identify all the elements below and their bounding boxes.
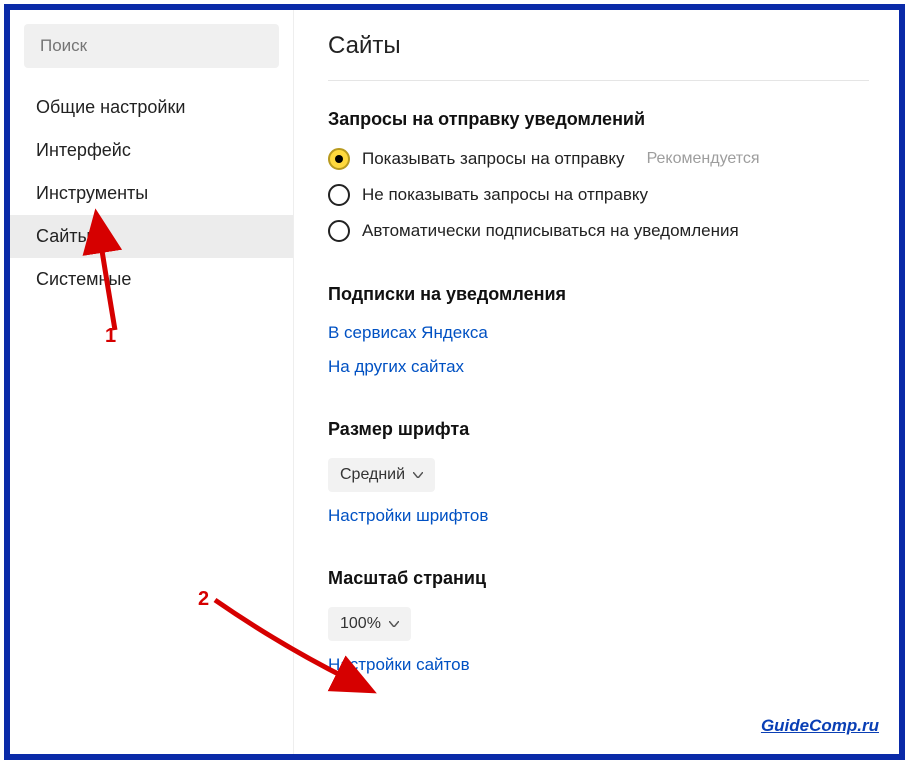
search-input[interactable]	[40, 36, 263, 56]
section-heading: Подписки на уведомления	[328, 284, 869, 305]
sidebar-item-general[interactable]: Общие настройки	[10, 86, 293, 129]
sidebar-item-interface[interactable]: Интерфейс	[10, 129, 293, 172]
page-title: Сайты	[328, 32, 869, 81]
radio-label: Автоматически подписываться на уведомлен…	[362, 221, 739, 241]
link-font-settings[interactable]: Настройки шрифтов	[328, 506, 869, 526]
radio-icon	[328, 184, 350, 206]
chevron-down-icon	[389, 621, 399, 627]
dropdown-value: 100%	[340, 615, 381, 633]
sidebar-item-sites[interactable]: Сайты	[10, 215, 293, 258]
section-notification-requests: Запросы на отправку уведомлений Показыва…	[328, 109, 869, 242]
radio-option-auto-subscribe[interactable]: Автоматически подписываться на уведомлен…	[328, 220, 869, 242]
section-page-scale: Масштаб страниц 100% Настройки сайтов	[328, 568, 869, 675]
radio-label: Показывать запросы на отправку	[362, 149, 625, 169]
radio-label: Не показывать запросы на отправку	[362, 185, 648, 205]
section-heading: Размер шрифта	[328, 419, 869, 440]
section-subscriptions: Подписки на уведомления В сервисах Яндек…	[328, 284, 869, 377]
sidebar-item-tools[interactable]: Инструменты	[10, 172, 293, 215]
radio-icon	[328, 148, 350, 170]
radio-option-hide-requests[interactable]: Не показывать запросы на отправку	[328, 184, 869, 206]
dropdown-value: Средний	[340, 466, 405, 484]
chevron-down-icon	[413, 472, 423, 478]
watermark: GuideComp.ru	[761, 716, 879, 736]
sidebar: Общие настройки Интерфейс Инструменты Са…	[10, 10, 294, 754]
radio-icon	[328, 220, 350, 242]
link-site-settings[interactable]: Настройки сайтов	[328, 655, 869, 675]
settings-window: Общие настройки Интерфейс Инструменты Са…	[4, 4, 905, 760]
font-size-dropdown[interactable]: Средний	[328, 458, 435, 492]
radio-hint: Рекомендуется	[647, 150, 760, 168]
section-heading: Масштаб страниц	[328, 568, 869, 589]
radio-option-show-requests[interactable]: Показывать запросы на отправку Рекоменду…	[328, 148, 869, 170]
search-box[interactable]	[24, 24, 279, 68]
link-other-sites[interactable]: На других сайтах	[328, 357, 869, 377]
page-scale-dropdown[interactable]: 100%	[328, 607, 411, 641]
link-yandex-services[interactable]: В сервисах Яндекса	[328, 323, 869, 343]
section-font-size: Размер шрифта Средний Настройки шрифтов	[328, 419, 869, 526]
main-content: Сайты Запросы на отправку уведомлений По…	[294, 10, 899, 754]
section-heading: Запросы на отправку уведомлений	[328, 109, 869, 130]
sidebar-item-system[interactable]: Системные	[10, 258, 293, 301]
